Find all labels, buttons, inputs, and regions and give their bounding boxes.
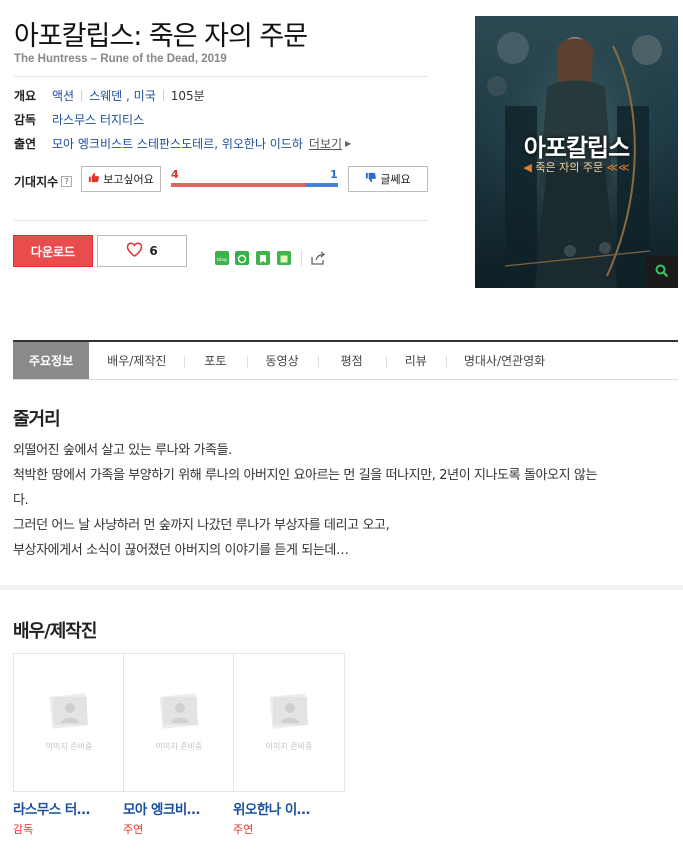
expectation-label: 기대지수 ? (14, 173, 73, 190)
cast-label: 출연 (14, 137, 37, 151)
poster-subtitle: ◀ 죽은 자의 주문 ≪≪ (523, 161, 630, 174)
cast-row: 출연 모아 엥크비스트 스테판스도테르, 위오한나 이드하 더보기 ▶ (14, 135, 351, 152)
person-placeholder-icon (45, 693, 93, 733)
like-count: 6 (149, 244, 158, 258)
band-share-icon[interactable] (235, 251, 249, 265)
separator (81, 90, 83, 101)
placeholder-text: 이미지 준비중 (265, 742, 313, 751)
crew-name[interactable]: 모아 엥크비… (123, 798, 235, 818)
synopsis-line: 부상자에게서 소식이 끊어졌던 아버지의 이야기를 듣게 되는데… (13, 543, 349, 558)
like-button[interactable]: 6 (97, 235, 187, 267)
crew-name[interactable]: 위오한나 이… (233, 798, 345, 818)
want-button[interactable]: 보고싶어요 (81, 166, 161, 192)
crew-heading: 배우/제작진 (13, 621, 97, 642)
person-placeholder-icon (155, 693, 203, 733)
expectation-gauge (171, 183, 338, 187)
country-link[interactable]: 스웨덴 , 미국 (89, 87, 156, 104)
synopsis-line: 외떨어진 숲에서 살고 있는 루나와 가족들. (13, 443, 232, 458)
genre-link[interactable]: 액션 (52, 87, 74, 104)
thumbs-up-icon (88, 172, 100, 186)
tab-review[interactable]: 리뷰 (385, 342, 446, 379)
separator (301, 250, 302, 266)
poster-title: 아포칼립스 (523, 134, 630, 162)
want-gauge-fill (171, 183, 305, 187)
synopsis-line: 다. (13, 493, 29, 508)
tab-quotes-related[interactable]: 명대사/연관영화 (445, 342, 563, 379)
crew-card[interactable]: 이미지 준비중 위오한나 이… 주연 (233, 653, 345, 837)
meh-label: 글쎄요 (380, 173, 411, 186)
share-icon[interactable] (309, 249, 327, 267)
tab-bar: 주요정보 배우/제작진 포토 동영상 평점 리뷰 명대사/연관영화 (13, 340, 678, 380)
director-label: 감독 (14, 113, 37, 127)
overview-row: 개요 액션 스웨덴 , 미국 105분 (14, 87, 205, 104)
download-button[interactable]: 다운로드 (13, 235, 93, 267)
more-link[interactable]: 더보기 (309, 135, 342, 152)
thumbs-down-icon (365, 172, 377, 186)
section-divider (0, 585, 683, 590)
crew-role: 감독 (13, 823, 34, 836)
chevron-right-icon: ▶ (345, 139, 352, 148)
svg-text:blog: blog (217, 257, 227, 263)
tab-rating[interactable]: 평점 (317, 342, 386, 379)
tab-photo[interactable]: 포토 (184, 342, 246, 379)
blog-share-icon[interactable]: blog (215, 251, 229, 265)
bookmark-share-icon[interactable] (256, 251, 270, 265)
director-row: 감독 라스무스 터지티스 (14, 111, 144, 128)
placeholder-text: 이미지 준비중 (155, 742, 203, 751)
divider (14, 220, 428, 221)
synopsis-line: 척박한 땅에서 가족을 부양하기 위해 루나의 아버지인 요아르는 먼 길을 떠… (13, 468, 598, 483)
tab-cast-crew[interactable]: 배우/제작진 (89, 342, 184, 379)
placeholder-text: 이미지 준비중 (45, 742, 93, 751)
crew-photo-placeholder[interactable]: 이미지 준비중 (13, 653, 125, 792)
divider (14, 76, 428, 77)
movie-title: 아포칼립스: 죽은 자의 주문 (14, 21, 308, 52)
crew-photo-placeholder[interactable]: 이미지 준비중 (233, 653, 345, 792)
movie-poster[interactable]: 아포칼립스 ◀ 죽은 자의 주문 ≪≪ (475, 16, 678, 288)
runtime: 105분 (170, 89, 205, 103)
want-count: 4 (171, 168, 179, 181)
person-placeholder-icon (265, 693, 313, 733)
meh-count: 1 (330, 168, 338, 181)
expectation-text: 기대지수 (14, 175, 59, 189)
poster-subtitle-text: 죽은 자의 주문 (535, 161, 604, 174)
synopsis-text: 외떨어진 숲에서 살고 있는 루나와 가족들. 척박한 땅에서 가족을 부양하기… (13, 438, 673, 563)
want-label: 보고싶어요 (103, 173, 154, 186)
crew-role: 주연 (123, 823, 144, 836)
crew-photo-placeholder[interactable]: 이미지 준비중 (123, 653, 235, 792)
heart-icon (126, 241, 143, 261)
synopsis-heading: 줄거리 (13, 409, 61, 430)
overview-label: 개요 (14, 89, 37, 103)
crew-card[interactable]: 이미지 준비중 모아 엥크비… 주연 (123, 653, 235, 837)
cast-link[interactable]: 모아 엥크비스트 스테판스도테르, 위오한나 이드하 (52, 135, 303, 152)
crew-name[interactable]: 라스무스 터… (13, 798, 125, 818)
crew-role: 주연 (233, 823, 254, 836)
help-icon[interactable]: ? (61, 176, 73, 187)
tab-video[interactable]: 동영상 (246, 342, 318, 379)
original-title: The Huntress – Rune of the Dead, 2019 (14, 53, 227, 65)
tab-main-info[interactable]: 주요정보 (13, 342, 90, 379)
crew-card[interactable]: 이미지 준비중 라스무스 터… 감독 (13, 653, 125, 837)
zoom-button[interactable] (646, 256, 678, 288)
meh-button[interactable]: 글쎄요 (348, 166, 428, 192)
memo-share-icon[interactable] (277, 251, 291, 265)
director-link[interactable]: 라스무스 터지티스 (52, 111, 144, 128)
synopsis-line: 그러던 어느 날 사냥하러 먼 숲까지 나갔던 루나가 부상자를 데리고 오고, (13, 518, 390, 533)
separator (162, 90, 164, 101)
search-icon (655, 263, 669, 282)
